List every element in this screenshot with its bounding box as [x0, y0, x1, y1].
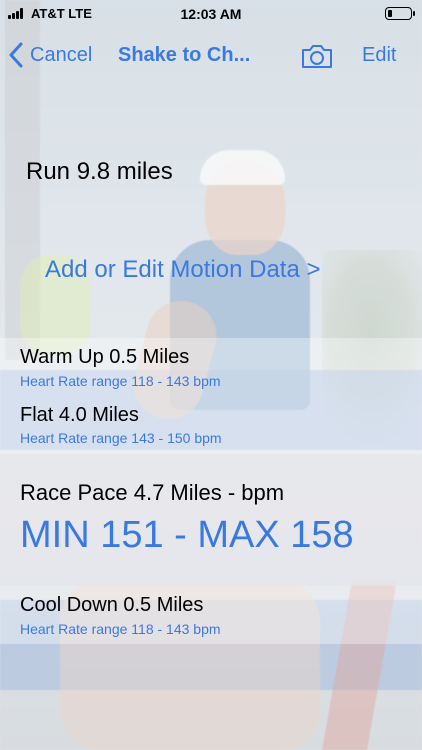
workout-title: Run 9.8 miles	[26, 158, 173, 185]
segment-row[interactable]: Warm Up 0.5 Miles Heart Rate range 118 -…	[0, 338, 422, 396]
segment-heart-rate: Heart Rate range 118 - 143 bpm	[20, 373, 221, 389]
camera-icon[interactable]	[300, 42, 334, 70]
segment-row[interactable]: Cool Down 0.5 Miles Heart Rate range 118…	[0, 586, 422, 644]
navigation-bar: Cancel Shake to Ch... Edit	[0, 34, 422, 78]
segment-title: Cool Down 0.5 Miles	[20, 594, 204, 616]
page-title: Shake to Ch...	[118, 44, 251, 66]
clock: 12:03 AM	[180, 6, 242, 22]
segment-title: Flat 4.0 Miles	[20, 404, 139, 426]
segment-row[interactable]: Flat 4.0 Miles Heart Rate range 143 - 15…	[0, 396, 422, 454]
edit-button[interactable]: Edit	[362, 44, 396, 67]
segment-row-selected[interactable]: Race Pace 4.7 Miles - bpm MIN 151 - MAX …	[0, 454, 422, 586]
status-bar: AT&T LTE 12:03 AM	[0, 0, 422, 28]
add-motion-data-link[interactable]: Add or Edit Motion Data >	[45, 256, 320, 284]
heart-rate-range-value: MIN 151 - MAX 158	[20, 514, 354, 556]
segment-heart-rate: Heart Rate range 143 - 150 bpm	[20, 430, 222, 446]
chevron-left-icon	[9, 42, 23, 68]
segment-heart-rate: Heart Rate range 118 - 143 bpm	[20, 621, 221, 637]
segment-title: Race Pace 4.7 Miles - bpm	[20, 480, 285, 505]
battery-icon	[385, 7, 415, 20]
segment-title: Warm Up 0.5 Miles	[20, 346, 190, 368]
cancel-button[interactable]: Cancel	[8, 42, 92, 68]
cancel-label: Cancel	[30, 43, 93, 66]
